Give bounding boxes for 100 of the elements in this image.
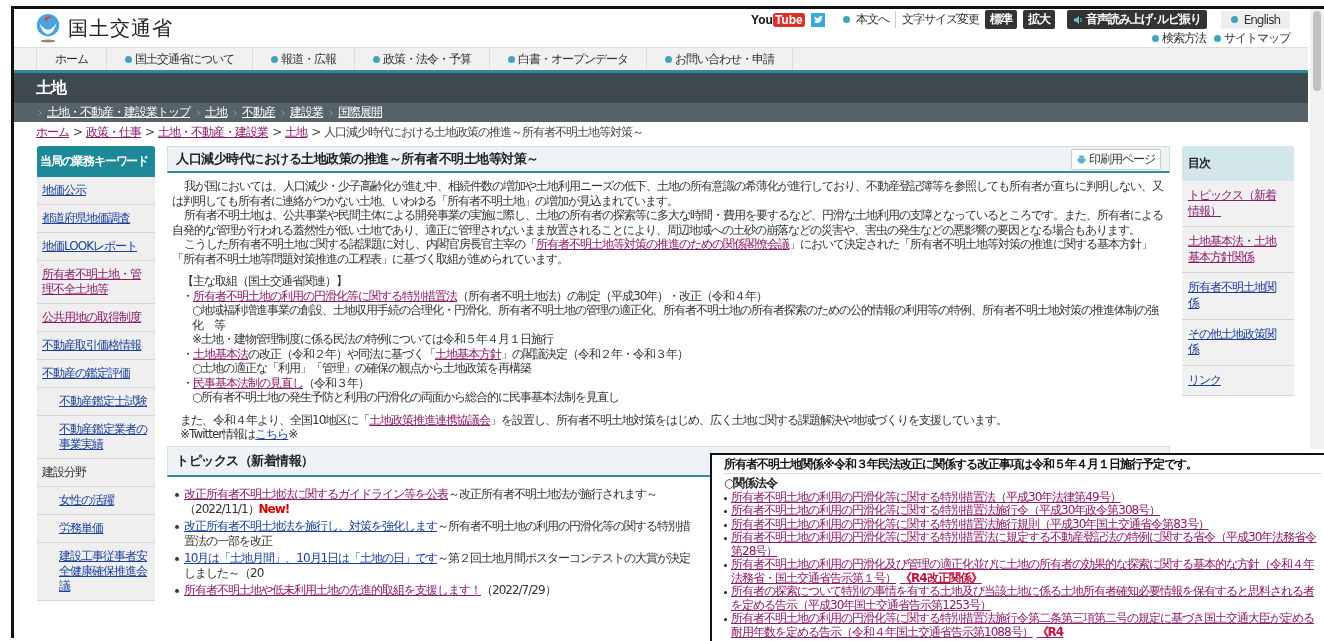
sidebar-link[interactable]: 都道府県地価調査 (37, 205, 155, 233)
bullet-icon (724, 618, 727, 621)
sidebar-link[interactable]: 不動産鑑定士試験 (37, 388, 155, 416)
bullet-icon (175, 556, 179, 561)
text-link[interactable]: 所有者不明土地や低未利用土地の先進的取組を支援します！ (184, 582, 481, 597)
voice-button[interactable]: 音声読み上げ･ルビ振り (1066, 10, 1207, 29)
chevron-icon (196, 108, 201, 117)
toc-title: 目次 (1182, 146, 1294, 181)
sidebar-link[interactable]: 労務単価 (37, 515, 155, 543)
chevron-icon (329, 108, 334, 117)
text-size-button[interactable]: 拡大 (1022, 10, 1055, 29)
breadcrumb-link[interactable]: ホーム (36, 123, 69, 141)
header-link[interactable]: 検索方法 (1152, 30, 1206, 47)
text-link[interactable]: 改正所有者不明土地法に関するガイドライン等を公表 (184, 486, 448, 501)
toc-link[interactable]: その他土地政策関係 (1182, 319, 1294, 366)
nav-item[interactable]: 報道・広報 (253, 48, 355, 70)
text-link[interactable]: 土地政策推進連携協議会 (369, 412, 491, 427)
breadcrumb-link[interactable]: 政策・仕事 (86, 123, 142, 141)
nav-item[interactable]: 国土交通省について (107, 48, 253, 70)
law-link[interactable]: 所有者不明土地の利用の円滑化等に関する特別措置法施行規則（平成30年国土交通省令第83号） (731, 517, 1209, 531)
law-link[interactable]: 所有者不明土地の利用の円滑化等に関する特別措置法施行令（平成30年政令第308号） (731, 504, 1161, 518)
sidebar-link[interactable]: 地価公示 (37, 177, 155, 205)
speaker-icon (1072, 14, 1083, 25)
text-link[interactable]: 改正所有者不明土地法を施行し、対策を強化します (184, 518, 437, 533)
bullet-icon (724, 537, 727, 540)
list-item: ・所有者不明土地の利用の円滑化等に関する特別措置法（所有者不明土地法）の制定（平成30年）・改正（令和４年） (182, 288, 769, 303)
subnav-link[interactable]: 建設業 (290, 104, 323, 121)
sidebar-link[interactable]: 所有者不明土地・管理不全土地等 (37, 261, 155, 304)
printer-icon (1077, 154, 1086, 164)
toc-link[interactable]: トピックス（新着情報） (1182, 181, 1294, 228)
text-link[interactable]: 土地基本法 (193, 346, 248, 361)
breadcrumb-separator: > (73, 125, 83, 139)
chevron-icon (38, 108, 43, 117)
breadcrumb-link[interactable]: 土地・不動産・建設業 (158, 123, 269, 141)
breadcrumb-separator: > (311, 125, 321, 139)
nav-item[interactable]: 政策・法令・予算 (355, 48, 490, 70)
subnav-link[interactable]: 国際展開 (338, 104, 382, 121)
bullet-icon (724, 510, 727, 513)
text-link[interactable]: 所有者不明土地の利用の円滑化等に関する特別措置法 (193, 288, 457, 303)
breadcrumb-separator: > (272, 125, 282, 139)
language-button[interactable]: English (1220, 10, 1290, 29)
sidebar-link[interactable]: 地価LOOKレポート (37, 233, 155, 261)
sidebar-link[interactable]: 不動産鑑定業者の事業実績 (37, 416, 155, 459)
topic-item: 所有者不明土地や低未利用土地の先進的取組を支援します！（2022/7/29） (184, 582, 556, 598)
inset-section-label: ○関係法令 (724, 477, 779, 491)
text-link[interactable]: 土地基本方針 (435, 346, 501, 361)
text-link[interactable]: 10月は「土地月間」、10月1日は「土地の日」です (184, 550, 438, 565)
law-link[interactable]: 所有者不明土地の利用の円滑化等に関する特別措置法（平成30年法律第49号） (731, 490, 1121, 504)
paragraph: 我が国においては、人口減少・少子高齢化が進む中、相続件数の増加や土地利用ニーズの低下、土地の所有意識の希薄化が進行しており、不動産登記簿等を参照しても所有者が直ちに判明しない、又は判明しても所有者に連絡がつかない土地、いわゆる「所有者不明土地」の増加が見込まれています。 (172, 179, 1165, 208)
bullet-icon (175, 524, 179, 529)
new-label: New! (258, 501, 290, 516)
bird-icon[interactable] (810, 12, 825, 27)
subnav-link[interactable]: 土地 (205, 104, 227, 121)
nav-item[interactable]: お問い合わせ・申請 (647, 48, 793, 70)
text-link[interactable]: こちら (255, 427, 289, 441)
bullet-icon (724, 591, 727, 594)
text-link[interactable]: 所有者不明土地等対策の推進のための関係閣僚会議 (536, 237, 789, 251)
section-title: トピックス（新着情報） (176, 451, 314, 470)
article-title: 人口減少時代における土地政策の推進～所有者不明土地等対策～ (176, 150, 539, 168)
skip-link[interactable]: 本文へ (842, 11, 896, 28)
sidebar-link[interactable]: 公共用地の取得制度 (37, 304, 155, 332)
list-item: ・民事基本法制の見直し（令和３年） (182, 375, 370, 390)
bullet-icon (724, 496, 727, 500)
subnav-link[interactable]: 土地・不動産・建設業トップ (47, 104, 190, 121)
sidebar-link[interactable]: 不動産の鑑定評価 (37, 360, 155, 388)
sidebar-heading: 建設分野 (37, 459, 155, 487)
header-link[interactable]: サイトマップ (1214, 30, 1290, 47)
breadcrumb-link[interactable]: 土地 (285, 123, 308, 141)
paragraph: 所有者不明土地は、公共事業や民間主体による開発事業の実施に際し、土地の所有者の探索等に多大な時間・費用を要するなど、円滑な土地利用の支障となっているところです。また、所有者による自発的な管理が行われる蓋然性が低い土地であり、適正に管理されないまま放置されることにより、周辺地域への土砂の崩落などの災害や、害虫の発生などの悪影響の要因となる場合もあります。 (172, 208, 1164, 237)
logo-icon[interactable] (34, 12, 62, 44)
list-item: ・土地基本法の改正（令和２年）や同法に基づく「土地基本方針」の閣議決定（令和２年・令和３年） (182, 346, 689, 361)
topic-item: 10月は「土地月間」、10月1日は「土地の日」です～第２回土地月間ポスターコンテストの大賞が決定しました～（20 (184, 550, 692, 581)
site-logo-text[interactable]: 国土交通省 (68, 14, 173, 42)
list-item: ※土地・建物管理制度に係る民法の特例については令和５年４月１日施行 (192, 332, 555, 347)
text-link[interactable]: 民事基本法制の見直し (193, 375, 303, 390)
toc-link[interactable]: 土地基本法・土地基本方針関係 (1182, 227, 1294, 274)
nav-item[interactable]: 白書・オープンデータ (490, 48, 647, 70)
nav-item[interactable]: ホーム (36, 48, 107, 70)
bullet-icon (842, 16, 850, 23)
print-button[interactable]: 印刷用ページ (1071, 148, 1161, 170)
law-link[interactable]: 所有者不明土地の利用の円滑化等に関する特別措置法施行令第二条第三項第二号の規定に基づき国土交通大臣が定める耐用年数を定める告示（令和４年国土交通省告示第1088号） 《R4 (731, 612, 1322, 639)
scrollbar[interactable] (1310, 9, 1324, 449)
sidebar-link[interactable]: 建設工事従事者安全健康確保推進会議 (37, 543, 155, 601)
toc-link[interactable]: リンク (1182, 365, 1294, 397)
law-link[interactable]: 所有者不明土地の利用の円滑化及び管理の適正化並びに土地の所有者の効果的な探索に関する基本的な方針（令和４年法務省・国土交通省告示第１号） 《R4改正関係》 (731, 558, 1322, 585)
sidebar-link[interactable]: 不動産取引価格情報 (37, 332, 155, 360)
chevron-icon (233, 108, 238, 117)
list-item: ○地域福利増進事業の創設、土地収用手続の合理化・円滑化、所有者不明土地の管理の適正化、所有者不明土地の所有者探索のための公的情報の利用等の特例、所有者不明土地対策の推進体制の強化 等 (192, 303, 1160, 332)
list-item: ○土地の適正な「利用」「管理」の確保の観点から土地政策を再構築 (192, 361, 533, 376)
subnav-link[interactable]: 不動産 (242, 104, 275, 121)
section-title: 土地 (36, 77, 66, 99)
text-size-button[interactable]: 標準 (984, 10, 1017, 29)
breadcrumb-current: 人口減少時代における土地政策の推進～所有者不明土地等対策～ (324, 123, 644, 141)
toc-link[interactable]: 所有者不明土地関係 (1182, 273, 1294, 320)
law-link[interactable]: 所有者の探索について特別の事情を有する土地及び当該土地に係る土地所有者確知必要情報を保有すると思料される者を定める告示（平成30年国土交通省告示第1253号） (731, 585, 1322, 612)
scrollbar-thumb[interactable] (1313, 11, 1321, 91)
law-link[interactable]: 所有者不明土地の利用の円滑化等に関する特別措置法に規定する不動産登記法の特例に関する省令（平成30年法務省令第28号） (731, 531, 1322, 558)
paragraph: また、令和４年より、全国10地区に「土地政策推進連携協議会」を設置し、所有者不明土地対策をはじめ、広く土地に関する課題解決や地域づくりを支援しています。 (180, 412, 1009, 427)
bullet-icon (175, 588, 179, 593)
sidebar-link[interactable]: 女性の活躍 (37, 487, 155, 515)
